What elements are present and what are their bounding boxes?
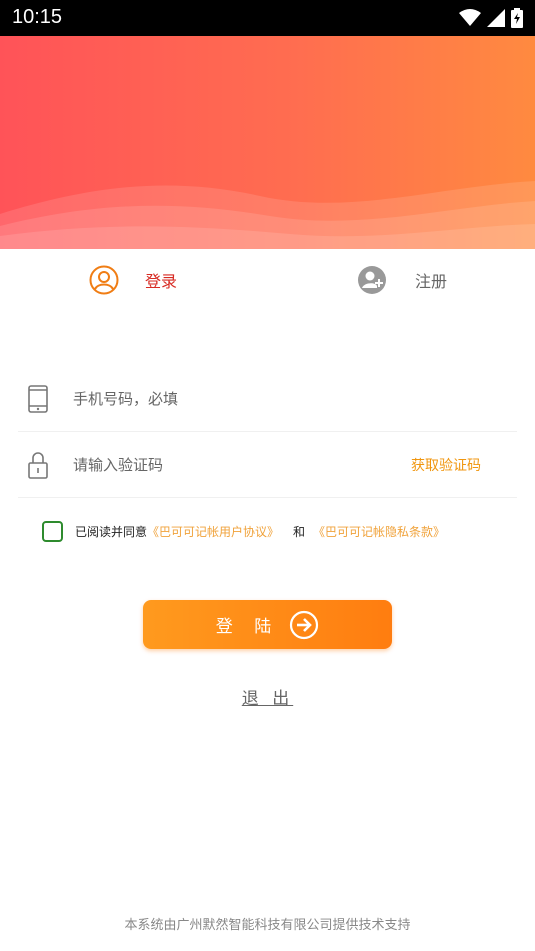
add-user-icon xyxy=(358,266,386,294)
logout-link[interactable]: 退 出 xyxy=(242,689,293,709)
login-button[interactable]: 登 陆 xyxy=(143,600,392,649)
tab-register[interactable]: 注册 xyxy=(357,264,447,296)
agreement-and: 和 xyxy=(293,524,306,539)
header-banner xyxy=(0,36,535,249)
logout-container: 退 出 xyxy=(0,684,535,709)
verification-code-input[interactable] xyxy=(73,450,393,480)
phone-icon xyxy=(28,385,48,413)
phone-field xyxy=(18,366,517,432)
status-time: 10:15 xyxy=(12,6,63,28)
login-button-label: 登 陆 xyxy=(215,617,280,637)
status-icons xyxy=(459,7,523,29)
tab-login[interactable]: 登录 xyxy=(89,264,177,296)
tab-login-label: 登录 xyxy=(145,272,178,291)
agreement-prefix: 已阅读并同意 xyxy=(75,524,148,539)
agree-checkbox[interactable] xyxy=(42,520,63,542)
status-bar: 10:15 xyxy=(0,0,535,36)
verification-code-field: 获取验证码 xyxy=(18,432,517,498)
lock-icon xyxy=(28,452,48,479)
wifi-icon xyxy=(459,9,481,26)
battery-icon xyxy=(511,8,523,28)
footer-credit: 本系统由广州默然智能科技有限公司提供技术支持 xyxy=(124,918,411,933)
tab-register-label: 注册 xyxy=(415,272,448,291)
phone-input[interactable] xyxy=(73,384,393,414)
user-agreement-link[interactable]: 《巴可可记帐用户协议》 xyxy=(147,523,279,540)
privacy-policy-link[interactable]: 《巴可可记帐隐私条款》 xyxy=(313,523,445,540)
auth-tabs: 登录 注册 xyxy=(0,250,535,310)
user-icon xyxy=(89,265,119,295)
get-code-button[interactable]: 获取验证码 xyxy=(411,455,481,475)
agreement-row: 已阅读并同意 《巴可可记帐用户协议》 和 《巴可可记帐隐私条款》 xyxy=(42,520,445,542)
arrow-right-icon xyxy=(290,610,319,639)
wave-decoration xyxy=(0,181,535,249)
signal-icon xyxy=(487,9,505,27)
